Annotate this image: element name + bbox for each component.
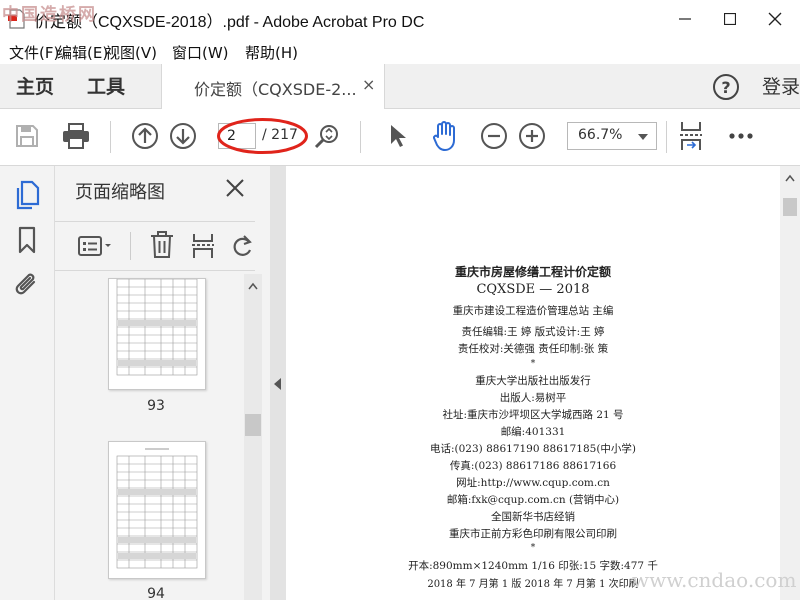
help-icon[interactable]: ? [712,73,740,101]
menu-file[interactable]: 文件(F) [9,42,59,63]
minimize-button[interactable] [662,0,708,38]
table-page-preview [116,448,198,569]
scroll-up-icon[interactable] [248,282,258,290]
book-code: CQXSDE — 2018 [476,282,590,297]
doc-line: 出版人:易树平 [499,392,567,404]
doc-line: 社址:重庆市沙坪坝区大学城西路 21 号 [442,409,624,421]
close-tab-button[interactable]: × [362,75,375,94]
thumbnail-scrollbar[interactable] [244,274,262,600]
doc-line: * [530,543,536,553]
login-button[interactable]: 登录 [762,72,800,99]
find-button[interactable] [312,121,342,151]
toolbar: 2 / 217 66.7% [0,109,800,166]
pdf-page: 重庆市房屋修缮工程计价定额 CQXSDE — 2018 重庆市建设工程造价管理总… [286,166,780,600]
doc-line: 重庆市建设工程造价管理总站 主编 [452,305,614,317]
cursor-arrow-icon [391,125,406,147]
table-page-preview [116,278,198,376]
svg-text:?: ? [721,78,730,97]
scroll-up-icon[interactable] [785,174,795,182]
menu-view[interactable]: 视图(V) [105,42,157,63]
site-watermark: www.cndao.com [632,568,797,592]
doc-line: 邮箱:fxk@cqup.com.cn (营销中心) [446,494,620,506]
select-tool-button[interactable] [384,121,412,151]
page-thumbnails-icon[interactable] [14,180,40,210]
thumbnail-options-icon[interactable] [77,234,113,258]
trash-icon[interactable] [150,231,174,259]
scrollbar-thumb[interactable] [245,414,261,436]
panel-collapse-handle[interactable] [270,166,286,600]
close-panel-icon[interactable] [223,176,247,200]
doc-line: 责任编辑:王 婷 版式设计:王 婷 [461,326,605,338]
more-dots-icon [729,133,753,139]
document-scrollbar[interactable] [780,166,800,600]
rotate-icon[interactable] [231,234,253,258]
toolbar-divider [360,121,361,153]
zoom-in-button[interactable] [517,121,547,151]
zoom-level-value: 66.7% [578,127,623,143]
title-bar: 价定额（CQXSDE-2018）.pdf - Adobe Acrobat Pro… [0,0,800,38]
scrollbar-thumb[interactable] [783,198,797,216]
thumbnails-panel: 页面缩略图 93 94 [55,166,270,602]
arrow-down-circle-icon [170,123,196,149]
doc-line: * [530,359,536,369]
plus-circle-icon [519,123,545,149]
previous-page-button[interactable] [130,121,160,151]
hand-tool-button[interactable] [428,119,462,153]
more-tools-button[interactable] [724,121,758,151]
collapse-left-icon [274,378,281,390]
document-tab-label: 价定额（CQXSDE-2... [194,80,357,99]
toolbar-divider [110,121,111,153]
doc-line: 重庆大学出版社出版发行 [475,375,591,387]
close-window-button[interactable] [752,0,798,38]
next-page-button[interactable] [168,121,198,151]
menu-bar: 文件(F) 编辑(E) 视图(V) 窗口(W) 帮助(H) [0,38,800,64]
annotation-highlight [217,118,308,154]
page-thumbnail[interactable] [108,441,206,579]
minimize-icon [679,18,691,20]
book-title: 重庆市房屋修缮工程计价定额 [454,265,611,279]
doc-line: 邮编:401331 [500,426,566,438]
doc-line: 电话:(023) 88617190 88617185(中小学) [429,443,637,455]
nav-bar: 主页 工具 ? 登录 [0,64,800,109]
bookmark-icon[interactable] [17,226,37,254]
toolbar-divider [130,232,131,260]
save-icon [16,125,38,147]
zoom-level-select[interactable]: 66.7% [567,122,657,150]
doc-line: 传真:(023) 88617186 88617166 [449,460,617,472]
doc-line: 重庆市正前方彩色印刷有限公司印刷 [449,528,617,540]
arrow-up-circle-icon [132,123,158,149]
toolbar-divider [666,121,667,153]
close-icon [768,12,782,26]
attachment-icon[interactable] [14,270,40,300]
minus-circle-icon [481,123,507,149]
zoom-search-icon [314,125,338,149]
menu-window[interactable]: 窗口(W) [172,42,229,63]
panel-title: 页面缩略图 [75,182,165,203]
doc-line: 责任校对:关德强 责任印制:张 策 [457,343,609,355]
document-view: 重庆市房屋修缮工程计价定额 CQXSDE — 2018 重庆市建设工程造价管理总… [286,166,800,600]
menu-edit[interactable]: 编辑(E) [57,42,108,63]
zoom-out-button[interactable] [479,121,509,151]
doc-line: 网址:http://www.cqup.com.cn [456,477,610,489]
tab-home[interactable]: 主页 [16,72,54,99]
doc-line: 全国新华书店经销 [491,511,575,523]
navigation-rail [0,166,55,600]
printer-icon [63,123,89,149]
chevron-down-icon [638,134,648,140]
site-watermark: 中国造桥网 [2,5,97,25]
page-view-button[interactable] [676,119,706,153]
print-button[interactable] [60,120,92,152]
maximize-button[interactable] [707,0,753,38]
thumbnail-page-number: 93 [147,398,165,414]
save-button[interactable] [12,121,42,151]
tab-document[interactable]: 价定额（CQXSDE-2... × [161,64,385,109]
page-thumbnail[interactable] [108,278,206,390]
fit-page-icon [680,122,702,150]
split-page-icon[interactable] [191,232,215,260]
hand-icon [433,121,455,151]
menu-help[interactable]: 帮助(H) [245,42,298,63]
thumbnail-toolbar [55,221,255,271]
maximize-icon [724,13,736,25]
tab-tools[interactable]: 工具 [87,72,125,99]
